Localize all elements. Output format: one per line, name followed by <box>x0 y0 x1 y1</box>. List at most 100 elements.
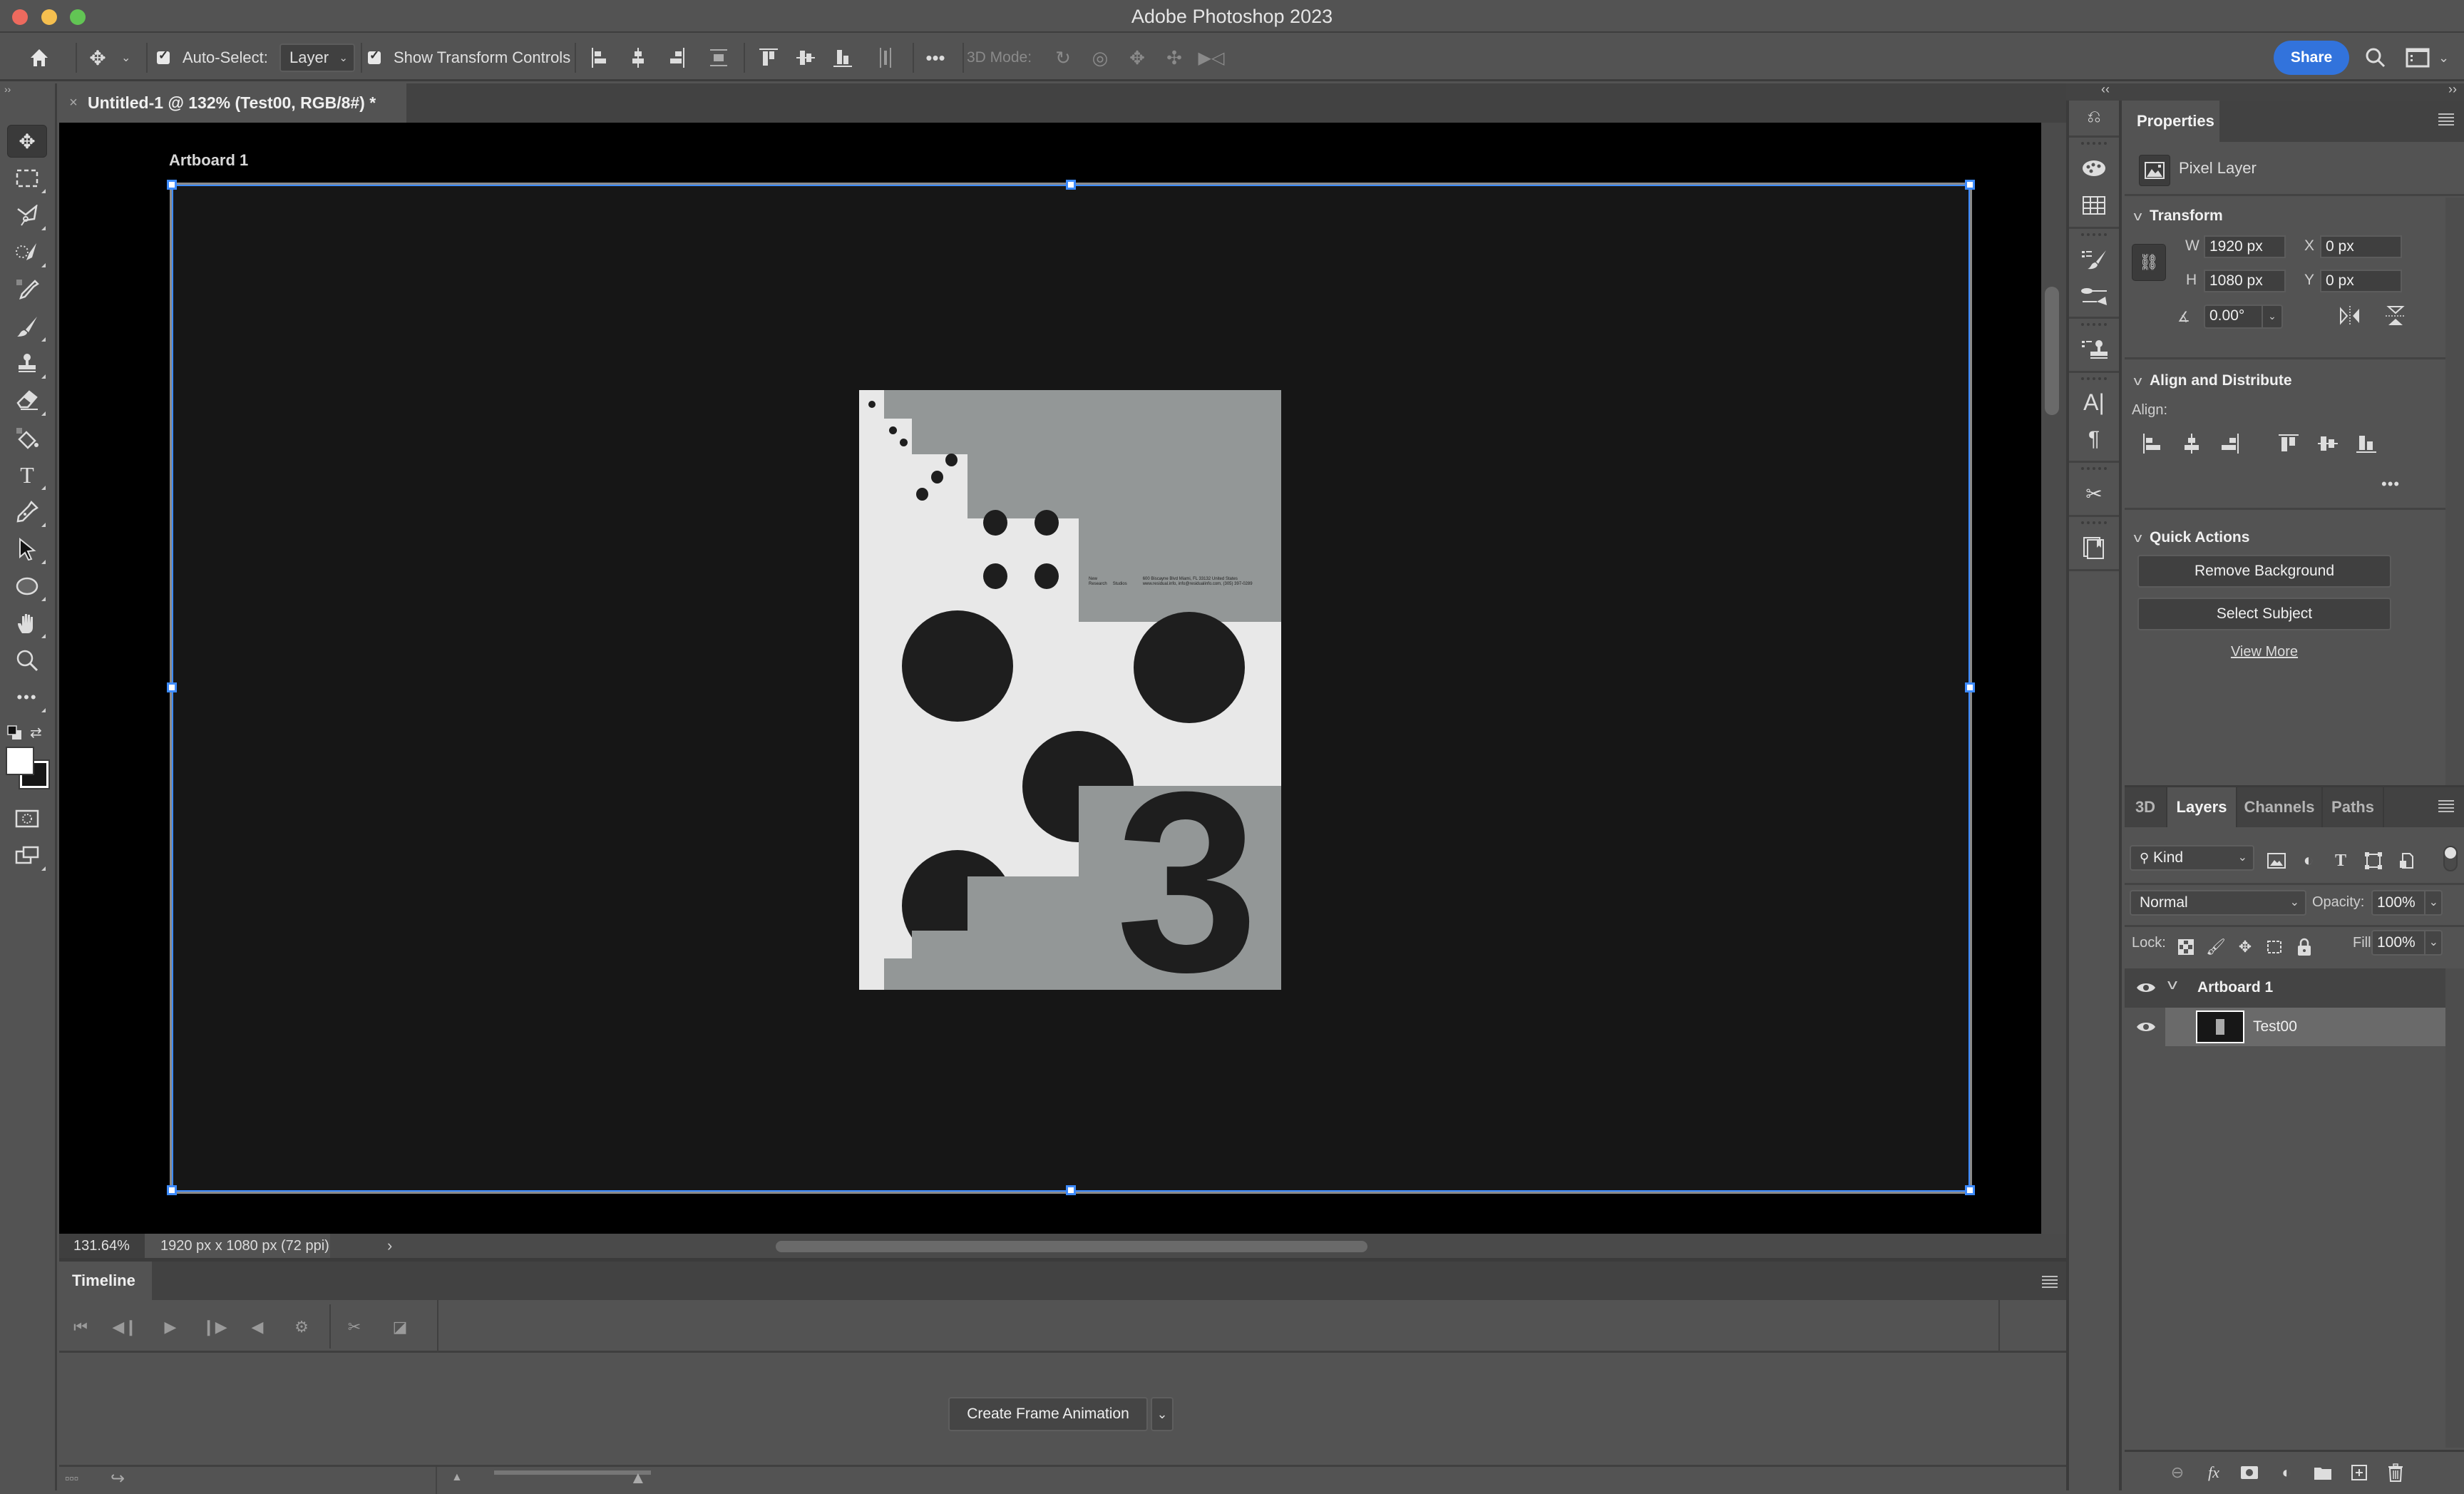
align-right-button[interactable] <box>2220 432 2246 458</box>
visibility-eye-icon[interactable] <box>2136 1020 2156 1033</box>
lock-transparent-pixels-button[interactable] <box>2176 937 2196 957</box>
quick-actions-section-header[interactable]: v Quick Actions <box>2134 529 2250 546</box>
transform-handle-top-right[interactable] <box>1965 180 1975 190</box>
brush-tool[interactable] <box>7 310 47 343</box>
properties-tab[interactable]: Properties <box>2125 101 2219 142</box>
add-mask-button[interactable] <box>2239 1462 2260 1483</box>
y-input[interactable]: 0 px <box>2320 270 2402 292</box>
split-at-playhead-button[interactable]: ✂ <box>342 1314 367 1340</box>
tab-3d[interactable]: 3D <box>2125 787 2167 827</box>
vertical-scroll-thumb[interactable] <box>2045 287 2059 415</box>
eyedropper-tool[interactable] <box>7 273 47 306</box>
expand-chevron-icon[interactable]: v <box>2167 977 2177 993</box>
more-align-options-button[interactable]: ••• <box>2381 475 2400 493</box>
marquee-tool[interactable] <box>7 162 47 195</box>
timeline-menu-icon[interactable] <box>2042 1276 2058 1288</box>
select-subject-button[interactable]: Select Subject <box>2137 598 2391 630</box>
tool-preset-chevron-icon[interactable]: ⌄ <box>121 34 130 81</box>
paragraph-panel-button[interactable]: ¶ <box>2078 423 2110 456</box>
align-center-vertical-button[interactable] <box>2318 432 2344 458</box>
zoom-level[interactable]: 131.64% <box>59 1234 145 1258</box>
create-animation-dropdown[interactable]: ⌄ <box>1151 1397 1174 1431</box>
filter-shape-layers-button[interactable] <box>2363 850 2384 871</box>
transform-handle-right[interactable] <box>1965 682 1975 692</box>
transform-handle-top-left[interactable] <box>167 180 177 190</box>
more-options-button[interactable]: ••• <box>922 44 949 71</box>
close-tab-icon[interactable]: × <box>59 95 88 111</box>
brushes-panel-button[interactable] <box>2078 280 2110 313</box>
playback-settings-button[interactable]: ⚙ <box>289 1314 314 1340</box>
edit-toolbar-button[interactable]: ••• <box>7 681 47 714</box>
history-panel-button[interactable]: ⎌ <box>2078 101 2110 133</box>
visibility-eye-icon[interactable] <box>2136 981 2156 994</box>
screen-mode-button[interactable] <box>7 839 47 872</box>
ellipse-tool[interactable] <box>7 570 47 603</box>
filter-type-layers-button[interactable]: T <box>2330 850 2351 871</box>
transition-button[interactable]: ◪ <box>387 1314 413 1340</box>
clone-source-panel-button[interactable] <box>2078 333 2110 366</box>
transform-section-header[interactable]: v Transform <box>2134 208 2223 225</box>
foreground-color-swatch[interactable] <box>6 747 34 775</box>
opacity-input[interactable]: 100% ⌄ <box>2371 890 2443 916</box>
layer-row-artboard[interactable]: v Artboard 1 <box>2125 968 2445 1008</box>
layer-row-test00[interactable]: Test00 <box>2125 1008 2445 1046</box>
lock-image-pixels-button[interactable]: 🖌 <box>2206 937 2226 957</box>
distribute-horizontal-button[interactable] <box>872 44 899 71</box>
layer-filter-kind-dropdown[interactable]: ⚲ Kind ⌄ <box>2130 845 2254 871</box>
filter-smart-objects-button[interactable] <box>2396 850 2417 871</box>
render-video-icon[interactable]: ↪ <box>111 1468 125 1489</box>
auto-select-dropdown[interactable]: Layer ⌄ <box>279 44 355 72</box>
tab-paths[interactable]: Paths <box>2323 787 2384 827</box>
flip-horizontal-button[interactable] <box>2339 305 2364 330</box>
timeline-tab[interactable]: Timeline <box>59 1262 152 1300</box>
align-left-edges-button[interactable] <box>587 44 614 71</box>
artboard-label[interactable]: Artboard 1 <box>169 151 248 170</box>
3d-roll-button[interactable]: ◎ <box>1087 44 1114 71</box>
zoom-tool[interactable] <box>7 644 47 677</box>
eraser-tool[interactable] <box>7 384 47 417</box>
pen-tool[interactable] <box>7 496 47 528</box>
link-dimensions-button[interactable]: ⛓ <box>2132 244 2166 281</box>
transform-handle-bottom-left[interactable] <box>167 1185 177 1195</box>
chevron-down-icon[interactable]: ⌄ <box>2423 931 2438 954</box>
distribute-vertical-button[interactable] <box>705 44 732 71</box>
layers-menu-icon[interactable] <box>2438 800 2454 812</box>
align-section-header[interactable]: v Align and Distribute <box>2134 372 2292 389</box>
align-horizontal-centers-button[interactable] <box>625 44 652 71</box>
flip-vertical-button[interactable] <box>2384 305 2410 330</box>
align-vertical-centers-button[interactable] <box>792 44 819 71</box>
quick-selection-tool[interactable] <box>7 236 47 269</box>
fill-input[interactable]: 100% ⌄ <box>2371 930 2443 956</box>
brush-settings-panel-button[interactable] <box>2078 243 2110 276</box>
color-panel-button[interactable] <box>2078 152 2110 185</box>
align-top-edges-button[interactable] <box>755 44 782 71</box>
workspace-button[interactable] <box>2404 44 2431 71</box>
tools-collapse-icon[interactable]: ›› <box>0 83 57 99</box>
filter-pixel-layers-button[interactable] <box>2266 850 2287 871</box>
type-tool[interactable]: T <box>7 459 47 491</box>
remove-background-button[interactable]: Remove Background <box>2137 555 2391 588</box>
create-frame-animation-button[interactable]: Create Frame Animation <box>948 1397 1148 1431</box>
default-colors-button[interactable] <box>7 725 21 740</box>
tab-layers[interactable]: Layers <box>2167 787 2237 827</box>
properties-scrollbar[interactable] <box>2445 198 2464 785</box>
3d-scale-button[interactable]: ▶◁ <box>1198 44 1225 71</box>
search-button[interactable] <box>2362 44 2389 71</box>
tab-channels[interactable]: Channels <box>2237 787 2323 827</box>
delete-layer-button[interactable] <box>2385 1462 2406 1483</box>
filter-toggle[interactable] <box>2443 846 2458 871</box>
blend-mode-dropdown[interactable]: Normal ⌄ <box>2130 890 2306 916</box>
align-top-button[interactable] <box>2279 432 2304 458</box>
zoom-out-timeline-icon[interactable]: ▲ <box>451 1471 463 1484</box>
timeline-zoom-slider[interactable] <box>494 1470 651 1475</box>
auto-select-checkbox[interactable] <box>157 34 170 81</box>
first-frame-button[interactable]: ⏮ <box>68 1314 93 1340</box>
lock-position-button[interactable]: ✥ <box>2235 937 2255 957</box>
link-layers-button[interactable]: ⊖ <box>2167 1462 2188 1483</box>
chevron-down-icon[interactable]: ⌄ <box>2423 891 2438 914</box>
character-panel-button[interactable]: A| <box>2078 386 2110 419</box>
workspace-chevron-icon[interactable]: ⌄ <box>2438 34 2449 81</box>
canvas-area[interactable]: Artboard 1 New Research Studios 600 Bisca… <box>59 123 2041 1234</box>
properties-menu-icon[interactable] <box>2438 113 2454 126</box>
new-adjustment-layer-button[interactable]: ◐ <box>2276 1462 2297 1483</box>
